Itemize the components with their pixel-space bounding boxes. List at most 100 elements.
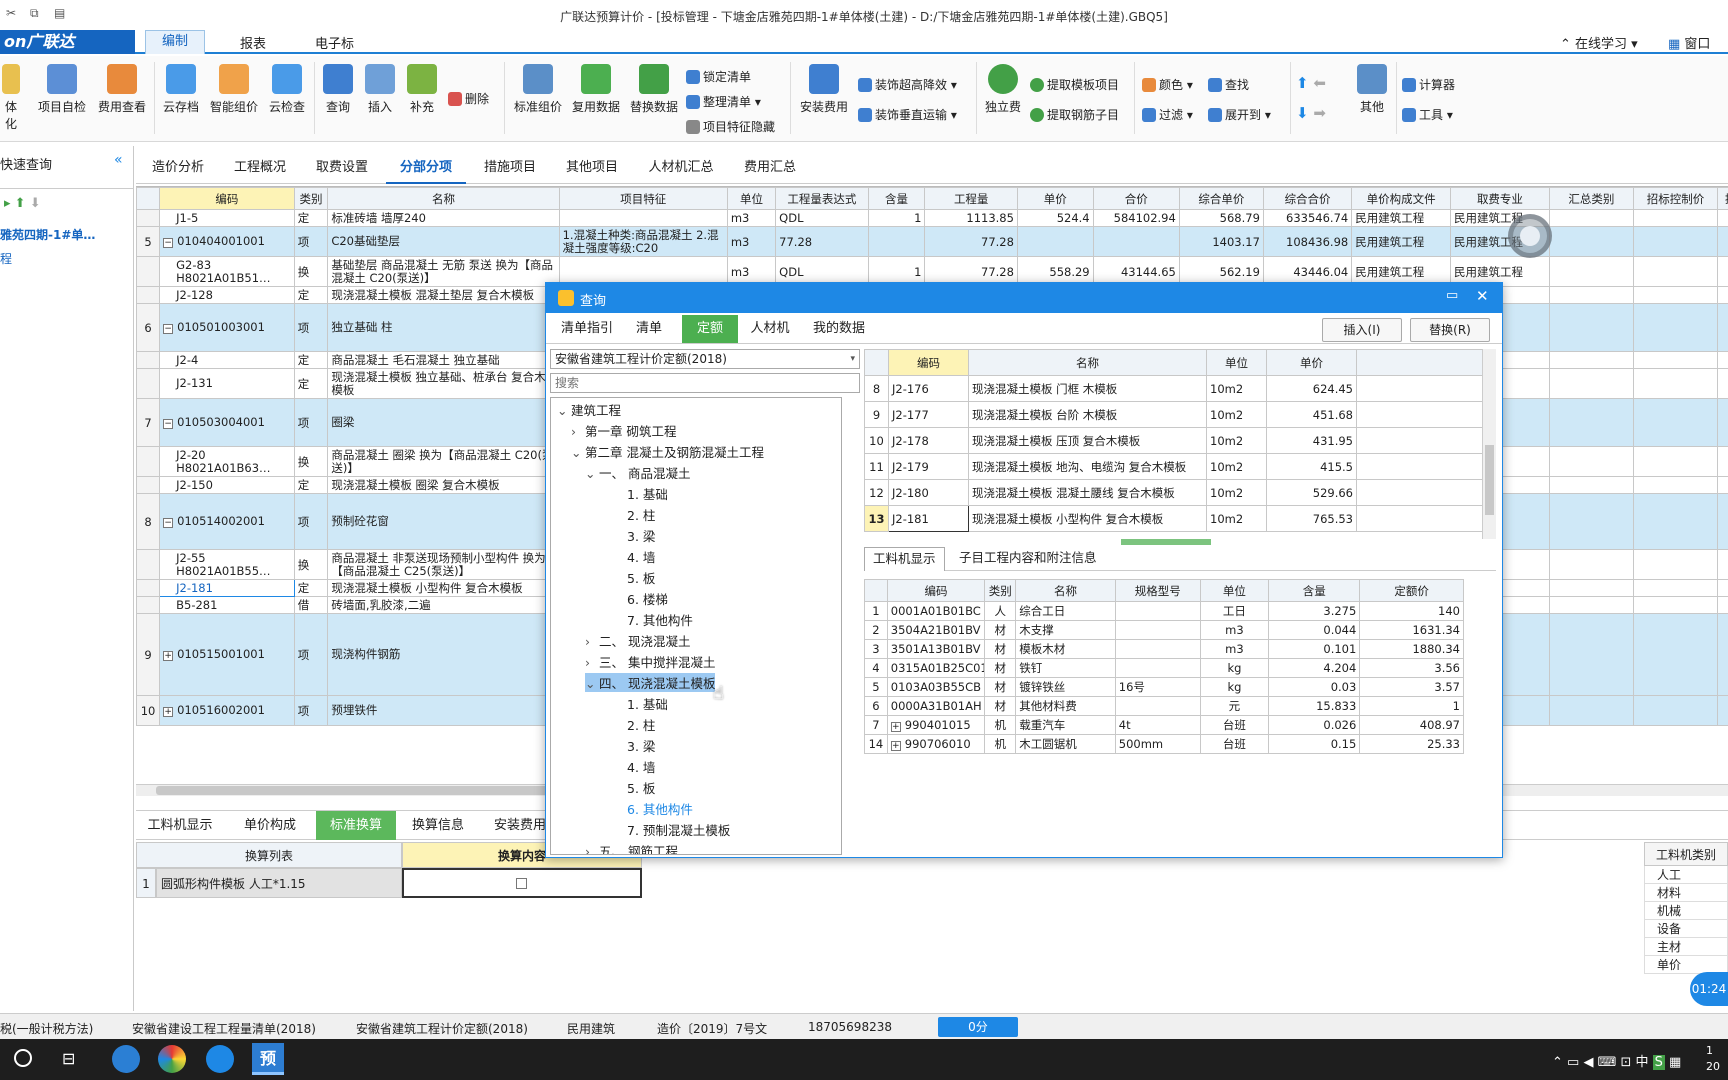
cell-code[interactable]: B5-281 <box>159 596 295 614</box>
cell-qty[interactable]: 1 <box>867 209 926 227</box>
cell-name[interactable]: 现浇混凝土模板 独立基础、桩承台 复合木模板 <box>327 368 560 399</box>
labor-row[interactable]: 6 0000A31B01AH 材其他材料费 元 15.833 1 <box>864 696 1464 716</box>
quota-cell[interactable]: J2-180 <box>888 479 969 506</box>
cell-empty[interactable] <box>1548 596 1634 614</box>
cell-empty[interactable] <box>1717 493 1728 550</box>
tray-icons[interactable]: ⌃ ▭ ◀ ⌨ ⊡ 中 S ▦ <box>1552 1051 1681 1070</box>
cell-name[interactable]: 砖墙面,乳胶漆,二遍 <box>327 596 560 614</box>
cell-code[interactable]: J2-4 <box>159 351 295 369</box>
quota-cell[interactable]: J2-178 <box>888 427 969 454</box>
quota-cell[interactable]: 10m2 <box>1206 505 1267 532</box>
labor-cell[interactable]: +990401015 <box>886 715 986 735</box>
smart-pricing-button[interactable]: 智能组价 <box>206 64 262 115</box>
labor-header-cell[interactable]: 名称 <box>1015 579 1116 602</box>
cell-no[interactable]: 6 <box>136 303 161 352</box>
cell-expr[interactable]: 77.28 <box>775 226 869 257</box>
grid-header-cell[interactable]: 单价构成文件 <box>1351 187 1452 210</box>
cell-empty[interactable] <box>1548 226 1634 257</box>
cell-type[interactable]: 项 <box>293 303 329 352</box>
tab-work-content[interactable]: 子目工程内容和附注信息 <box>959 547 1097 571</box>
labor-cell[interactable]: 1880.34 <box>1359 639 1464 659</box>
tree-node[interactable]: 4. 墙 <box>613 757 655 776</box>
quota-header-cell[interactable]: 单位 <box>1206 349 1267 376</box>
grid-header-cell[interactable]: 取费专业 <box>1450 187 1550 210</box>
cell-empty[interactable] <box>1717 613 1728 696</box>
cell-empty[interactable] <box>1717 476 1728 494</box>
cell-empty[interactable] <box>1632 398 1719 447</box>
labor-cell[interactable]: 2 <box>864 620 888 640</box>
cell-code[interactable]: J2-131 <box>159 368 295 399</box>
labor-cell[interactable]: 6 <box>864 696 888 716</box>
quota-cell[interactable]: J2-181 <box>888 505 969 532</box>
quota-cell[interactable]: 765.53 <box>1266 505 1357 532</box>
tree-arrows-icon[interactable]: ▸ ⬆ ⬇ <box>4 196 41 211</box>
quota-cell[interactable]: 现浇混凝土模板 台阶 木模板 <box>968 401 1207 428</box>
grid-header-cell[interactable]: 综合合价 <box>1262 187 1353 210</box>
cell-utotal[interactable]: 108436.98 <box>1262 226 1353 257</box>
cell-code[interactable]: J2-181 <box>159 579 295 597</box>
cell-name[interactable]: 商品混凝土 圈梁 换为【商品混凝土 C20(泵送)】 <box>327 446 560 477</box>
quota-header-cell[interactable]: 单价 <box>1266 349 1357 376</box>
cell-empty[interactable] <box>1548 695 1634 726</box>
quota-cell[interactable]: 10m2 <box>1206 375 1267 402</box>
tab-my-data[interactable]: 我的数据 <box>804 315 874 343</box>
quota-cell[interactable]: J2-179 <box>888 453 969 480</box>
conversion-item[interactable]: 圆弧形构件模板 人工*1.15 <box>156 868 402 898</box>
grid-header-cell[interactable]: 汇总类别 <box>1548 187 1634 210</box>
extract-rebar-button[interactable]: 提取钢筋子目 <box>1030 106 1119 123</box>
cell-type[interactable]: 借 <box>293 596 329 614</box>
standard-pricing-button[interactable]: 标准组价 <box>510 64 566 115</box>
cell-empty[interactable] <box>1632 303 1719 352</box>
labor-header-cell[interactable]: 定额价 <box>1359 579 1464 602</box>
labor-cell[interactable]: 模板木材 <box>1015 639 1116 659</box>
labor-cell[interactable] <box>1114 696 1201 716</box>
maximize-icon[interactable]: ▭ <box>1446 288 1458 303</box>
labor-cell[interactable]: 材 <box>984 696 1017 716</box>
expand-toggle-icon[interactable]: − <box>163 324 174 334</box>
tab-sub-items[interactable]: 分部分项 <box>386 152 466 184</box>
cell-empty[interactable] <box>1548 209 1634 227</box>
collapse-left-icon[interactable]: « <box>114 152 123 168</box>
menu-tab-edit[interactable]: 编制 <box>145 30 206 54</box>
grid-header-cell[interactable]: 单价 <box>1016 187 1094 210</box>
cell-name[interactable]: 商品混凝土 非泵送现场预制小型构件 换为【商品混凝土 C25(泵送)】 <box>327 549 560 580</box>
quota-row[interactable]: 10 J2-178 现浇混凝土模板 压顶 复合木模板 10m2 431.95 <box>864 427 1492 454</box>
cell-code[interactable]: G2-83 H8021A01B51… <box>159 256 295 287</box>
quota-cell[interactable]: 现浇混凝土模板 地沟、电缆沟 复合木模板 <box>968 453 1207 480</box>
quota-cell[interactable]: 现浇混凝土模板 小型构件 复合木模板 <box>968 505 1207 532</box>
tree-node[interactable]: › 五、 钢筋工程 <box>585 841 678 854</box>
cell-total[interactable] <box>1092 226 1180 257</box>
tab-fee-settings[interactable]: 取费设置 <box>304 152 380 184</box>
labor-cell[interactable]: 3.57 <box>1359 677 1464 697</box>
labor-cell[interactable]: 0103A03B55CB <box>886 677 986 697</box>
cell-feat[interactable]: 1.混凝土种类:商品混凝土 2.混凝土强度等级:C20 <box>558 226 728 257</box>
cell-no[interactable] <box>136 596 161 614</box>
cell-name[interactable]: 预埋铁件 <box>327 695 560 726</box>
extract-template-button[interactable]: 提取模板项目 <box>1030 76 1119 93</box>
cell-name[interactable]: 基础垫层 商品混凝土 无筋 泵送 换为【商品混凝土 C20(泵送)】 <box>327 256 560 287</box>
labor-cell[interactable]: 500mm <box>1114 734 1201 754</box>
move-up-icon[interactable]: ⬆ ⬅ <box>1296 74 1326 92</box>
delete-button[interactable]: 删除 <box>448 90 489 107</box>
cell-empty[interactable] <box>1632 476 1719 494</box>
labor-header-cell[interactable]: 类别 <box>984 579 1017 602</box>
labor-cell[interactable] <box>1114 658 1201 678</box>
expand-toggle-icon[interactable]: − <box>163 238 174 248</box>
labor-cell[interactable]: 15.833 <box>1268 696 1361 716</box>
tab-fee-summary[interactable]: 费用汇总 <box>732 152 808 184</box>
labor-cell[interactable]: +990706010 <box>886 734 986 754</box>
labor-cell[interactable]: 1 <box>864 601 888 621</box>
gld-app-icon[interactable]: 预 <box>252 1043 284 1075</box>
ie-icon[interactable] <box>206 1045 234 1073</box>
labor-cell[interactable]: 25.33 <box>1359 734 1464 754</box>
labor-cell[interactable]: kg <box>1199 658 1270 678</box>
table-row[interactable]: J1-5 定标准砖墙 墙厚240 m3 QDL 1 1113.85 524.4 584102.… <box>136 209 1728 227</box>
labor-category-item[interactable]: 主材 <box>1644 938 1728 956</box>
labor-cell[interactable] <box>1114 620 1201 640</box>
tree-node[interactable]: 1. 基础 <box>613 484 668 503</box>
cell-type[interactable]: 定 <box>293 209 329 227</box>
quota-row[interactable]: 11 J2-179 现浇混凝土模板 地沟、电缆沟 复合木模板 10m2 415.5 <box>864 453 1492 480</box>
super-height-button[interactable]: 装饰超高降效 ▾ <box>858 76 957 93</box>
labor-cell[interactable]: 3.275 <box>1268 601 1361 621</box>
labor-cell[interactable]: 机 <box>984 734 1017 754</box>
